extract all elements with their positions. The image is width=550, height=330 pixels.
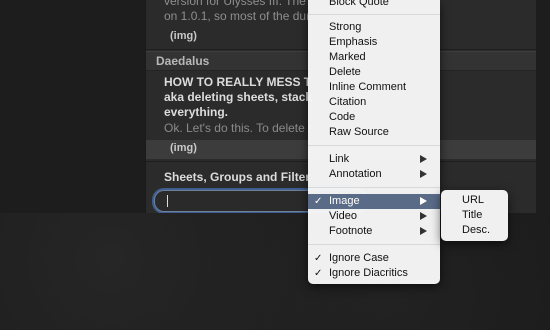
menu-item-strong[interactable]: Strong	[308, 20, 440, 35]
menu-item-emphasis[interactable]: Emphasis	[308, 35, 440, 50]
sheet-title: everything.	[164, 105, 229, 119]
menu-separator	[308, 145, 440, 146]
image-submenu: URL Title Desc.	[441, 190, 508, 241]
sheet-title[interactable]: Sheets, Groups and Filter	[164, 170, 310, 184]
group-title: Daedalus	[156, 54, 210, 68]
menu-item-marked[interactable]: Marked	[308, 50, 440, 65]
menu-item-annotation[interactable]: Annotation	[308, 167, 440, 182]
text-caret	[167, 195, 168, 207]
submenu-arrow-icon	[420, 197, 427, 205]
checkmark-icon: ✓	[314, 268, 323, 279]
checkmark-icon: ✓	[314, 253, 323, 264]
menu-item-code[interactable]: Code	[308, 110, 440, 125]
menu-item-footnote[interactable]: Footnote	[308, 224, 440, 239]
submenu-arrow-icon	[420, 170, 427, 178]
sheet-text: on 1.0.1, so most of the dur	[164, 9, 311, 23]
sheet-excerpt: Ok. Let's do this. To delete s	[164, 121, 315, 135]
menu-item-raw-source[interactable]: Raw Source	[308, 125, 440, 140]
checkmark-icon: ✓	[314, 196, 323, 207]
submenu-item-desc[interactable]: Desc.	[441, 223, 508, 238]
sheet-title: aka deleting sheets, stack	[164, 90, 313, 104]
sheet-title: HOW TO REALLY MESS T	[164, 75, 312, 89]
image-placeholder: (img)	[170, 30, 197, 42]
menu-separator	[308, 244, 440, 245]
menu-item-ignore-case[interactable]: ✓ Ignore Case	[308, 251, 440, 266]
menu-item-citation[interactable]: Citation	[308, 95, 440, 110]
submenu-item-url[interactable]: URL	[441, 193, 508, 208]
menu-item-ignore-diacritics[interactable]: ✓ Ignore Diacritics	[308, 266, 440, 281]
menu-separator	[308, 187, 440, 188]
submenu-arrow-icon	[420, 155, 427, 163]
menu-separator	[308, 14, 440, 15]
menu-item-video[interactable]: Video	[308, 209, 440, 224]
menu-item-link[interactable]: Link	[308, 152, 440, 167]
submenu-arrow-icon	[420, 227, 427, 235]
submenu-item-title[interactable]: Title	[441, 208, 508, 223]
menu-item-block-quote[interactable]: Block Quote	[308, 0, 440, 10]
submenu-arrow-icon	[420, 212, 427, 220]
menu-item-inline-comment[interactable]: Inline Comment	[308, 80, 440, 95]
image-placeholder: (img)	[170, 142, 197, 154]
sheet-text: version for Ulysses III. The	[164, 0, 306, 8]
menu-item-image[interactable]: ✓ Image	[308, 194, 440, 209]
search-options-menu: Block Quote Strong Emphasis Marked Delet…	[308, 0, 440, 284]
menu-item-delete[interactable]: Delete	[308, 65, 440, 80]
